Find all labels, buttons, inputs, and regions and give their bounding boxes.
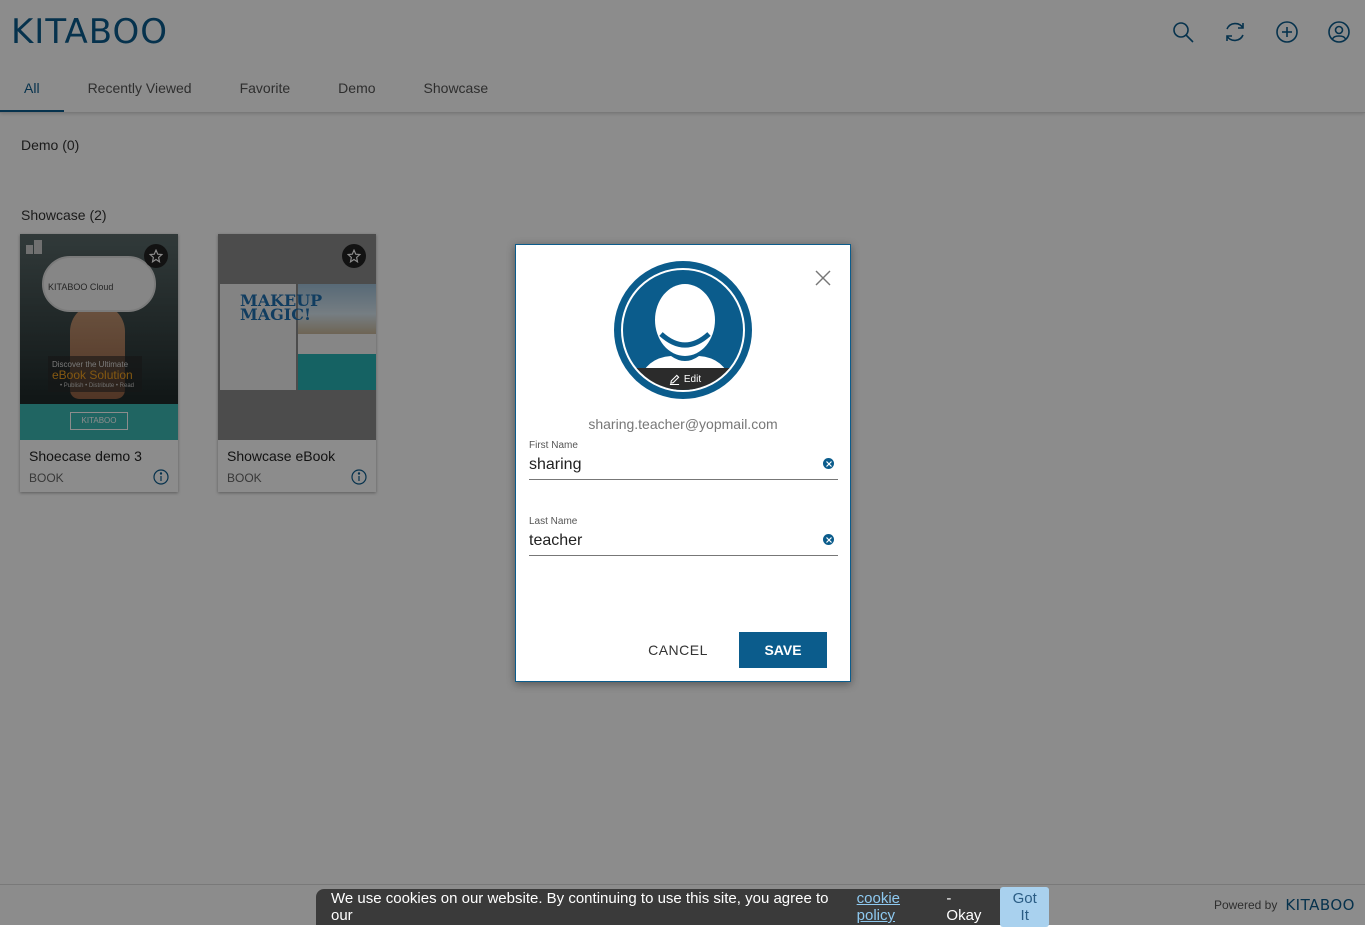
cookie-text: We use cookies on our website. By contin… <box>331 890 829 924</box>
close-icon[interactable] <box>814 269 832 287</box>
edit-label: Edit <box>683 373 702 385</box>
edit-profile-dialog: Edit sharing.teacher@yopmail.com First N… <box>515 244 851 682</box>
save-button[interactable]: SAVE <box>739 632 827 668</box>
last-name-input[interactable] <box>529 532 809 550</box>
last-name-field: Last Name <box>529 516 838 556</box>
cancel-button[interactable]: CANCEL <box>636 632 720 668</box>
clear-first-name-icon[interactable] <box>823 458 834 469</box>
first-name-field: First Name <box>529 440 838 480</box>
avatar: Edit <box>614 261 752 399</box>
first-name-row <box>529 454 838 480</box>
user-email: sharing.teacher@yopmail.com <box>588 416 778 432</box>
avatar-inner: Edit <box>621 268 745 392</box>
cookie-suffix: - Okay <box>946 890 982 924</box>
last-name-row <box>529 530 838 556</box>
got-it-button[interactable]: Got It <box>1000 887 1049 927</box>
last-name-label: Last Name <box>529 516 578 527</box>
clear-last-name-icon[interactable] <box>823 534 834 545</box>
pencil-icon <box>669 374 680 385</box>
cookie-banner: We use cookies on our website. By contin… <box>316 887 1049 927</box>
cookie-policy-link[interactable]: cookie policy <box>857 890 943 924</box>
first-name-input[interactable] <box>529 456 809 474</box>
first-name-label: First Name <box>529 440 578 451</box>
edit-avatar-button[interactable]: Edit <box>623 368 743 390</box>
